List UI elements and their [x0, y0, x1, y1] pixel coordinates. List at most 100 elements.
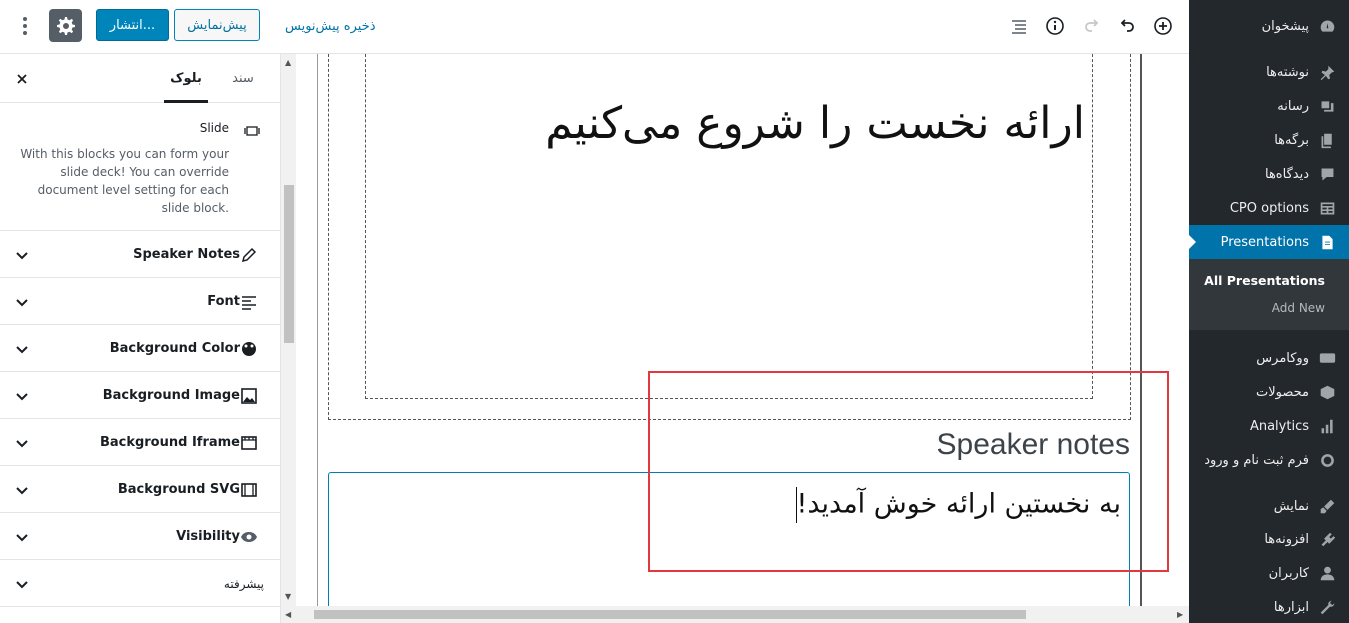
- section-label: Background Iframe: [99, 435, 240, 450]
- menu-item-pages[interactable]: برگه‌ها: [1189, 123, 1349, 157]
- menu-label: نمایش: [1273, 498, 1309, 514]
- tab-document[interactable]: سند: [223, 54, 263, 103]
- preview-button[interactable]: پیش‌نمایش: [174, 9, 260, 41]
- submenu-all-presentations[interactable]: All Presentations: [1204, 273, 1325, 288]
- chart-icon: [1317, 416, 1337, 436]
- tab-block[interactable]: بلوک: [164, 54, 208, 103]
- dashboard-icon: [1317, 16, 1337, 36]
- brush-icon: [1317, 496, 1337, 516]
- circle-icon: [1317, 450, 1337, 470]
- settings-button[interactable]: [49, 9, 82, 42]
- menu-item-tools[interactable]: ابزارها: [1189, 590, 1349, 623]
- canvas-horizontal-scrollbar[interactable]: ◀ ▶: [281, 606, 1189, 623]
- list-icon: [1012, 20, 1026, 34]
- menu-label: دیدگاه‌ها: [1264, 166, 1309, 182]
- editor-canvas: ارائه نخست را شروع می‌کنیم Speaker notes…: [297, 54, 1189, 606]
- chevron-down-icon: [16, 534, 28, 542]
- menu-label: Analytics: [1249, 418, 1309, 434]
- menu-item-woocommerce[interactable]: ووکامرس: [1189, 341, 1349, 375]
- info-icon: [1046, 17, 1064, 35]
- chevron-down-icon: [16, 393, 28, 401]
- chevron-down-icon: [16, 581, 28, 589]
- undo-button[interactable]: [1115, 14, 1139, 38]
- slide-icon: [244, 123, 260, 139]
- media-icon: [1317, 96, 1337, 116]
- canvas-divider: [317, 54, 318, 606]
- section-label: Background SVG: [117, 482, 240, 497]
- pencil-icon: [241, 247, 257, 262]
- section-background-image[interactable]: Background Image: [0, 372, 280, 419]
- section-background-svg[interactable]: Background SVG: [0, 466, 280, 513]
- menu-label: ابزارها: [1273, 599, 1309, 615]
- woocommerce-icon: [1317, 348, 1337, 368]
- menu-item-cpo-options[interactable]: CPO options: [1189, 191, 1349, 225]
- sidebar-tabs: بلوک سند: [0, 54, 280, 103]
- section-visibility[interactable]: Visibility: [0, 513, 280, 560]
- section-label: Speaker Notes: [133, 247, 240, 262]
- plus-circle-icon: [1154, 17, 1172, 35]
- panel-scroll-thumb[interactable]: [284, 185, 294, 343]
- pin-icon: [1317, 62, 1337, 82]
- chevron-down-icon: [16, 440, 28, 448]
- presentations-submenu: All Presentations Add New: [1189, 259, 1349, 330]
- close-icon: [17, 74, 27, 84]
- menu-item-dashboard[interactable]: پیشخوان: [1189, 9, 1349, 43]
- section-advanced[interactable]: پیشرفته: [0, 560, 280, 607]
- close-panel-button[interactable]: [14, 71, 30, 87]
- document-icon: [1317, 232, 1337, 252]
- menu-label: محصولات: [1256, 384, 1309, 400]
- menu-label: رسانه: [1277, 98, 1309, 114]
- film-icon: [241, 482, 257, 497]
- menu-item-posts[interactable]: نوشته‌ها: [1189, 55, 1349, 89]
- menu-item-users[interactable]: کاربران: [1189, 556, 1349, 590]
- menu-label: فرم ثبت نام و ورود: [1204, 452, 1309, 468]
- user-icon: [1317, 563, 1337, 583]
- chevron-down-icon: [16, 346, 28, 354]
- highlight-box: [648, 371, 1169, 572]
- save-draft-link[interactable]: ذخیره پیش‌نویس: [285, 16, 376, 36]
- menu-label: افزونه‌ها: [1264, 531, 1309, 547]
- eye-icon: [241, 531, 257, 542]
- more-menu-button[interactable]: [14, 11, 36, 41]
- more-vertical-icon: [23, 17, 27, 35]
- menu-item-products[interactable]: محصولات: [1189, 375, 1349, 409]
- menu-item-comments[interactable]: دیدگاه‌ها: [1189, 157, 1349, 191]
- section-font[interactable]: Font: [0, 278, 280, 325]
- section-background-color[interactable]: Background Color: [0, 325, 280, 372]
- menu-item-presentations[interactable]: Presentations: [1189, 225, 1349, 259]
- gear-icon: [56, 16, 75, 35]
- publish-button[interactable]: انتشار...: [96, 9, 169, 41]
- admin-sidebar: پیشخوان نوشته‌ها رسانه برگه‌ها دیدگاه‌ها…: [1189, 0, 1349, 623]
- info-button[interactable]: [1043, 14, 1067, 38]
- panel-scrollbar[interactable]: ▲ ▼: [281, 54, 296, 606]
- menu-label: Presentations: [1220, 234, 1309, 250]
- section-label: پیشرفته: [223, 576, 264, 591]
- menu-item-media[interactable]: رسانه: [1189, 89, 1349, 123]
- add-block-button[interactable]: [1151, 14, 1175, 38]
- box-icon: [1317, 382, 1337, 402]
- menu-label: کاربران: [1268, 565, 1309, 581]
- palette-icon: [242, 341, 256, 356]
- menu-item-analytics[interactable]: Analytics: [1189, 409, 1349, 443]
- menu-label: پیشخوان: [1261, 18, 1309, 34]
- settings-sidebar: بلوک سند Slide With this blocks you can …: [0, 54, 281, 623]
- menu-label: نوشته‌ها: [1266, 64, 1309, 80]
- section-label: Font: [207, 294, 240, 309]
- block-navigation-button[interactable]: [1007, 14, 1031, 38]
- block-name: Slide: [199, 121, 229, 135]
- chevron-down-icon: [16, 252, 28, 260]
- menu-item-plugins[interactable]: افزونه‌ها: [1189, 522, 1349, 556]
- section-speaker-notes[interactable]: Speaker Notes: [0, 231, 280, 278]
- menu-item-register-form[interactable]: فرم ثبت نام و ورود: [1189, 443, 1349, 477]
- menu-label: CPO options: [1229, 200, 1309, 216]
- section-background-iframe[interactable]: Background Iframe: [0, 419, 280, 466]
- slide-heading[interactable]: ارائه نخست را شروع می‌کنیم: [377, 98, 1085, 149]
- submenu-add-new[interactable]: Add New: [1272, 301, 1325, 315]
- redo-button[interactable]: [1080, 14, 1104, 38]
- block-card: Slide With this blocks you can form your…: [0, 103, 280, 231]
- plugin-icon: [1317, 529, 1337, 549]
- horizontal-scroll-thumb[interactable]: [314, 610, 1026, 619]
- block-description: With this blocks you can form your slide…: [20, 147, 229, 215]
- menu-item-appearance[interactable]: نمایش: [1189, 489, 1349, 523]
- section-label: Background Color: [109, 341, 240, 356]
